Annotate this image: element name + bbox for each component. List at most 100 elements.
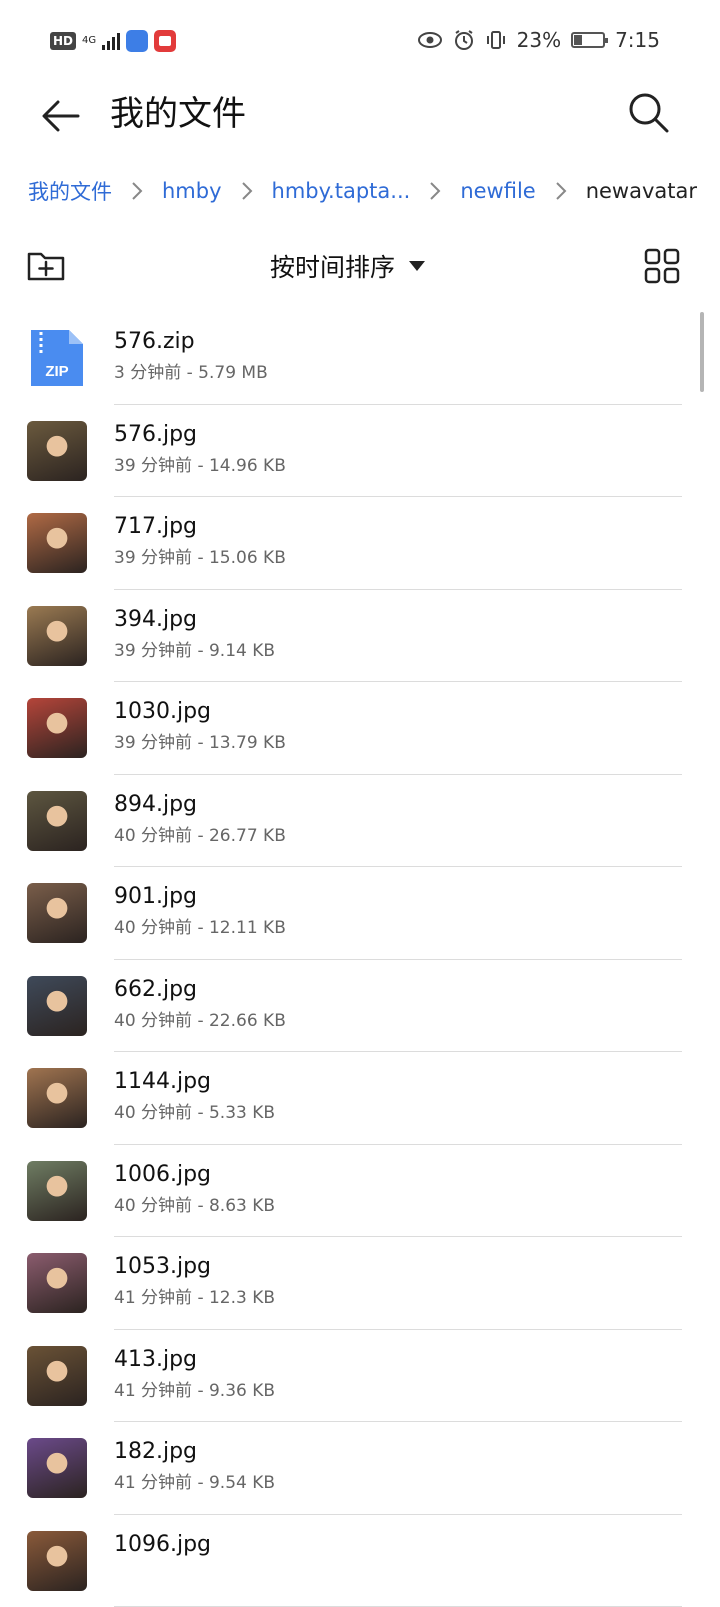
- sort-dropdown[interactable]: 按时间排序: [270, 244, 425, 288]
- file-name: 894.jpg: [114, 789, 680, 821]
- file-list-item[interactable]: 576.jpg39 分钟前 - 14.96 KB: [0, 405, 720, 498]
- file-meta: 41 分钟前 - 12.3 KB: [114, 1283, 680, 1313]
- network-type: 4G: [82, 36, 96, 46]
- file-list-item[interactable]: 1006.jpg40 分钟前 - 8.63 KB: [0, 1145, 720, 1238]
- file-info: 576.zip3 分钟前 - 5.79 MB: [114, 326, 680, 388]
- file-name: 662.jpg: [114, 974, 680, 1006]
- breadcrumb-item-hmby-tapta[interactable]: hmby.tapta...: [272, 179, 411, 203]
- file-list-item[interactable]: 1030.jpg39 分钟前 - 13.79 KB: [0, 682, 720, 775]
- grid-view-icon: [644, 248, 680, 284]
- image-thumbnail: [27, 1068, 87, 1128]
- status-right: 23% 7:15: [417, 28, 660, 52]
- status-bar: HD 4G 23% 7:15: [0, 0, 720, 84]
- file-meta: 39 分钟前 - 14.96 KB: [114, 451, 680, 481]
- scrollbar[interactable]: [700, 312, 704, 392]
- file-meta: 40 分钟前 - 22.66 KB: [114, 1006, 680, 1036]
- file-list-item[interactable]: ZIP 576.zip3 分钟前 - 5.79 MB: [0, 312, 720, 405]
- image-thumbnail: [27, 976, 87, 1036]
- file-info: 1030.jpg39 分钟前 - 13.79 KB: [114, 696, 680, 758]
- app-blue-icon: [126, 30, 148, 52]
- chevron-right-icon: [234, 179, 260, 203]
- file-meta: 39 分钟前 - 9.14 KB: [114, 636, 680, 666]
- page-title: 我的文件: [110, 90, 246, 138]
- breadcrumb-item-newfile[interactable]: newfile: [460, 179, 535, 203]
- file-info: 1096.jpg: [114, 1529, 680, 1561]
- file-list-item[interactable]: 1053.jpg41 分钟前 - 12.3 KB: [0, 1237, 720, 1330]
- file-list-item[interactable]: 394.jpg39 分钟前 - 9.14 KB: [0, 590, 720, 683]
- arrow-left-icon: [38, 88, 84, 140]
- chevron-right-icon: [124, 179, 150, 203]
- image-thumbnail: [27, 421, 87, 481]
- app-header: 我的文件: [0, 84, 720, 144]
- file-meta: 40 分钟前 - 8.63 KB: [114, 1191, 680, 1221]
- file-name: 1096.jpg: [114, 1529, 680, 1561]
- file-name: 1030.jpg: [114, 696, 680, 728]
- file-info: 1144.jpg40 分钟前 - 5.33 KB: [114, 1066, 680, 1128]
- image-thumbnail: [27, 883, 87, 943]
- zip-file-icon: ZIP: [27, 328, 87, 388]
- image-thumbnail: [27, 606, 87, 666]
- image-thumbnail: [27, 698, 87, 758]
- vibrate-icon: [485, 29, 507, 51]
- search-button[interactable]: [624, 88, 674, 138]
- image-thumbnail: [27, 1161, 87, 1221]
- chevron-right-icon: [548, 179, 574, 203]
- file-name: 576.jpg: [114, 419, 680, 451]
- file-list-item[interactable]: 901.jpg40 分钟前 - 12.11 KB: [0, 867, 720, 960]
- file-list-item[interactable]: 894.jpg40 分钟前 - 26.77 KB: [0, 775, 720, 868]
- file-name: 1006.jpg: [114, 1159, 680, 1191]
- file-list-item[interactable]: 182.jpg41 分钟前 - 9.54 KB: [0, 1422, 720, 1515]
- clock: 7:15: [615, 28, 660, 52]
- file-name: 1144.jpg: [114, 1066, 680, 1098]
- file-list-item[interactable]: 1096.jpg: [0, 1515, 720, 1607]
- file-name: 901.jpg: [114, 881, 680, 913]
- back-button[interactable]: [38, 88, 84, 140]
- file-list-item[interactable]: 413.jpg41 分钟前 - 9.36 KB: [0, 1330, 720, 1423]
- file-meta: 40 分钟前 - 26.77 KB: [114, 821, 680, 851]
- hd-icon: HD: [50, 32, 76, 50]
- new-folder-icon: [26, 248, 66, 282]
- status-left: HD 4G: [50, 30, 176, 52]
- file-meta: 40 分钟前 - 12.11 KB: [114, 913, 680, 943]
- file-list-item[interactable]: 717.jpg39 分钟前 - 15.06 KB: [0, 497, 720, 590]
- file-info: 394.jpg39 分钟前 - 9.14 KB: [114, 604, 680, 666]
- file-meta: 39 分钟前 - 15.06 KB: [114, 543, 680, 573]
- caret-down-icon: [409, 261, 425, 271]
- breadcrumb-item-newavatar: newavatar: [586, 179, 697, 203]
- alarm-icon: [453, 29, 475, 51]
- breadcrumb-item-hmby[interactable]: hmby: [162, 179, 222, 203]
- battery-percent: 23%: [517, 28, 561, 52]
- new-folder-button[interactable]: [26, 248, 66, 282]
- file-info: 894.jpg40 分钟前 - 26.77 KB: [114, 789, 680, 851]
- file-info: 901.jpg40 分钟前 - 12.11 KB: [114, 881, 680, 943]
- grid-view-button[interactable]: [644, 248, 680, 284]
- file-name: 394.jpg: [114, 604, 680, 636]
- file-info: 1053.jpg41 分钟前 - 12.3 KB: [114, 1251, 680, 1313]
- image-thumbnail: [27, 791, 87, 851]
- file-info: 662.jpg40 分钟前 - 22.66 KB: [114, 974, 680, 1036]
- file-info: 717.jpg39 分钟前 - 15.06 KB: [114, 511, 680, 573]
- svg-text:ZIP: ZIP: [45, 363, 68, 380]
- file-list-item[interactable]: 662.jpg40 分钟前 - 22.66 KB: [0, 960, 720, 1053]
- breadcrumb-item-my-files[interactable]: 我的文件: [28, 176, 112, 206]
- file-info: 413.jpg41 分钟前 - 9.36 KB: [114, 1344, 680, 1406]
- file-name: 717.jpg: [114, 511, 680, 543]
- file-meta: 41 分钟前 - 9.54 KB: [114, 1468, 680, 1498]
- breadcrumb: 我的文件 hmby hmby.tapta... newfile newavata…: [28, 172, 697, 210]
- file-name: 413.jpg: [114, 1344, 680, 1376]
- file-list-item[interactable]: 1144.jpg40 分钟前 - 5.33 KB: [0, 1052, 720, 1145]
- app-red-icon: [154, 30, 176, 52]
- file-name: 576.zip: [114, 326, 680, 358]
- toolbar: 按时间排序: [0, 236, 720, 296]
- file-meta: 39 分钟前 - 13.79 KB: [114, 728, 680, 758]
- file-info: 1006.jpg40 分钟前 - 8.63 KB: [114, 1159, 680, 1221]
- file-list: ZIP576.zip3 分钟前 - 5.79 MB576.jpg39 分钟前 -…: [0, 312, 720, 1607]
- file-info: 182.jpg41 分钟前 - 9.54 KB: [114, 1436, 680, 1498]
- file-name: 182.jpg: [114, 1436, 680, 1468]
- chevron-right-icon: [422, 179, 448, 203]
- sort-label: 按时间排序: [270, 248, 395, 284]
- image-thumbnail: [27, 1438, 87, 1498]
- image-thumbnail: [27, 513, 87, 573]
- search-icon: [624, 88, 674, 138]
- image-thumbnail: [27, 1346, 87, 1406]
